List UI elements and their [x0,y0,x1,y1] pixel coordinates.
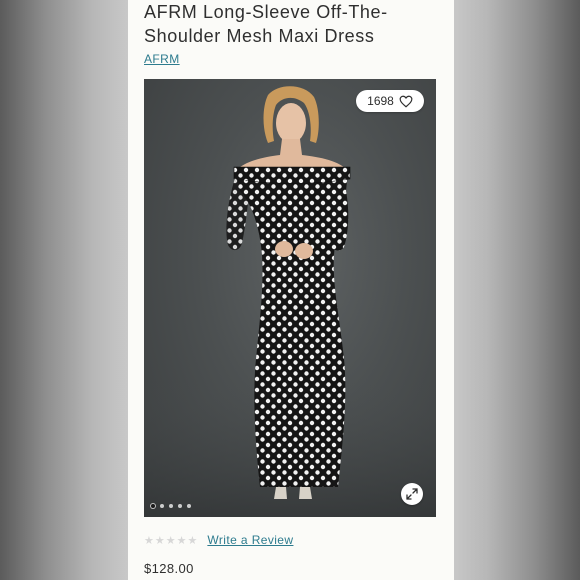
write-review-link[interactable]: Write a Review [207,533,293,547]
star-icon: ★ [176,534,187,547]
product-price: $128.00 [144,561,194,576]
product-panel: AFRM Long-Sleeve Off-The-Shoulder Mesh M… [128,0,454,580]
heart-icon [399,95,413,108]
star-rating: ★ ★ ★ ★ ★ [144,534,197,547]
carousel-indicator [151,504,191,508]
expand-image-button[interactable] [401,483,423,505]
product-title: AFRM Long-Sleeve Off-The-Shoulder Mesh M… [144,2,388,46]
like-button[interactable]: 1698 [356,90,424,112]
screenshot-frame: AFRM Long-Sleeve Off-The-Shoulder Mesh M… [0,0,580,580]
carousel-dot[interactable] [151,504,155,508]
star-icon: ★ [144,534,154,547]
star-icon: ★ [154,534,165,547]
star-icon: ★ [165,534,176,547]
product-image-carousel[interactable]: 1698 [144,79,436,517]
carousel-dot[interactable] [178,504,182,508]
carousel-dot[interactable] [160,504,164,508]
expand-arrows-icon [406,488,418,500]
product-photo [144,86,436,517]
like-count: 1698 [367,94,394,108]
brand-link[interactable]: AFRM [144,52,180,66]
star-icon: ★ [187,534,198,547]
rating-row: ★ ★ ★ ★ ★ Write a Review [144,533,293,547]
carousel-dot[interactable] [187,504,191,508]
carousel-dot[interactable] [169,504,173,508]
